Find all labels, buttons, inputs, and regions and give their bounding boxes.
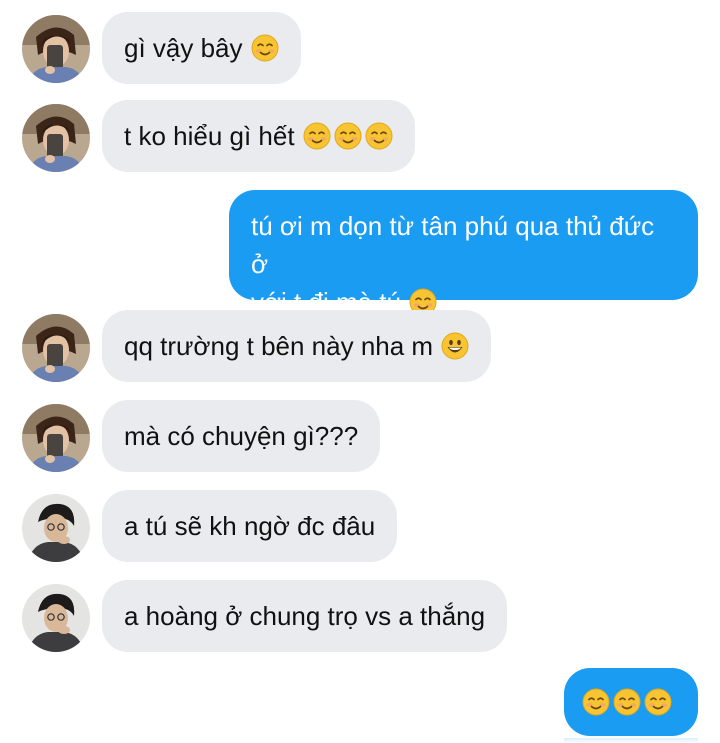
smiling-face-icon xyxy=(334,122,362,150)
smiling-face-icon xyxy=(365,122,393,150)
message-text-line-1: tú ơi m dọn từ tân phú qua thủ đức ở xyxy=(251,211,655,279)
message-text: a hoàng ở chung trọ vs a thắng xyxy=(124,601,486,631)
message-row: t ko hiểu gì hết xyxy=(0,100,720,172)
message-row: tú ơi m dọn từ tân phú qua thủ đức ở với… xyxy=(0,190,720,317)
message-text: t ko hiểu gì hết xyxy=(124,121,295,151)
message-text: mà có chuyện gì??? xyxy=(124,421,359,451)
other-friend-avatar[interactable] xyxy=(22,584,90,652)
message-row: a tú sẽ kh ngờ đc đâu xyxy=(0,490,720,562)
smiling-face-icon xyxy=(251,34,279,62)
message-row: gì vậy bây xyxy=(0,12,720,84)
message-text: gì vậy bây xyxy=(124,33,243,63)
friend-avatar[interactable] xyxy=(22,314,90,382)
friend-avatar[interactable] xyxy=(22,15,90,83)
message-row: mà có chuyện gì??? xyxy=(0,400,720,472)
smiling-face-icon xyxy=(582,688,610,716)
message-text: a tú sẽ kh ngờ đc đâu xyxy=(124,511,376,541)
smiling-face-icon xyxy=(613,688,641,716)
message-bubble[interactable]: tú ơi m dọn từ tân phú qua thủ đức ở với… xyxy=(229,190,698,317)
smiling-face-icon xyxy=(303,122,331,150)
bubble-shadow xyxy=(564,738,698,743)
message-row xyxy=(0,668,720,736)
message-row: a hoàng ở chung trọ vs a thắng xyxy=(0,580,720,652)
message-bubble[interactable] xyxy=(564,668,698,736)
message-bubble[interactable]: t ko hiểu gì hết xyxy=(102,100,415,172)
grinning-face-icon xyxy=(441,332,469,360)
message-row: qq trường t bên này nha m xyxy=(0,310,720,382)
smiling-face-icon xyxy=(644,688,672,716)
message-bubble[interactable]: qq trường t bên này nha m xyxy=(102,310,492,382)
message-text: qq trường t bên này nha m xyxy=(124,331,434,361)
friend-avatar[interactable] xyxy=(22,104,90,172)
message-bubble[interactable]: gì vậy bây xyxy=(102,12,301,84)
message-bubble[interactable]: a hoàng ở chung trọ vs a thắng xyxy=(102,580,508,652)
friend-avatar[interactable] xyxy=(22,404,90,472)
other-friend-avatar[interactable] xyxy=(22,494,90,562)
message-bubble[interactable]: mà có chuyện gì??? xyxy=(102,400,381,472)
message-bubble[interactable]: a tú sẽ kh ngờ đc đâu xyxy=(102,490,398,562)
